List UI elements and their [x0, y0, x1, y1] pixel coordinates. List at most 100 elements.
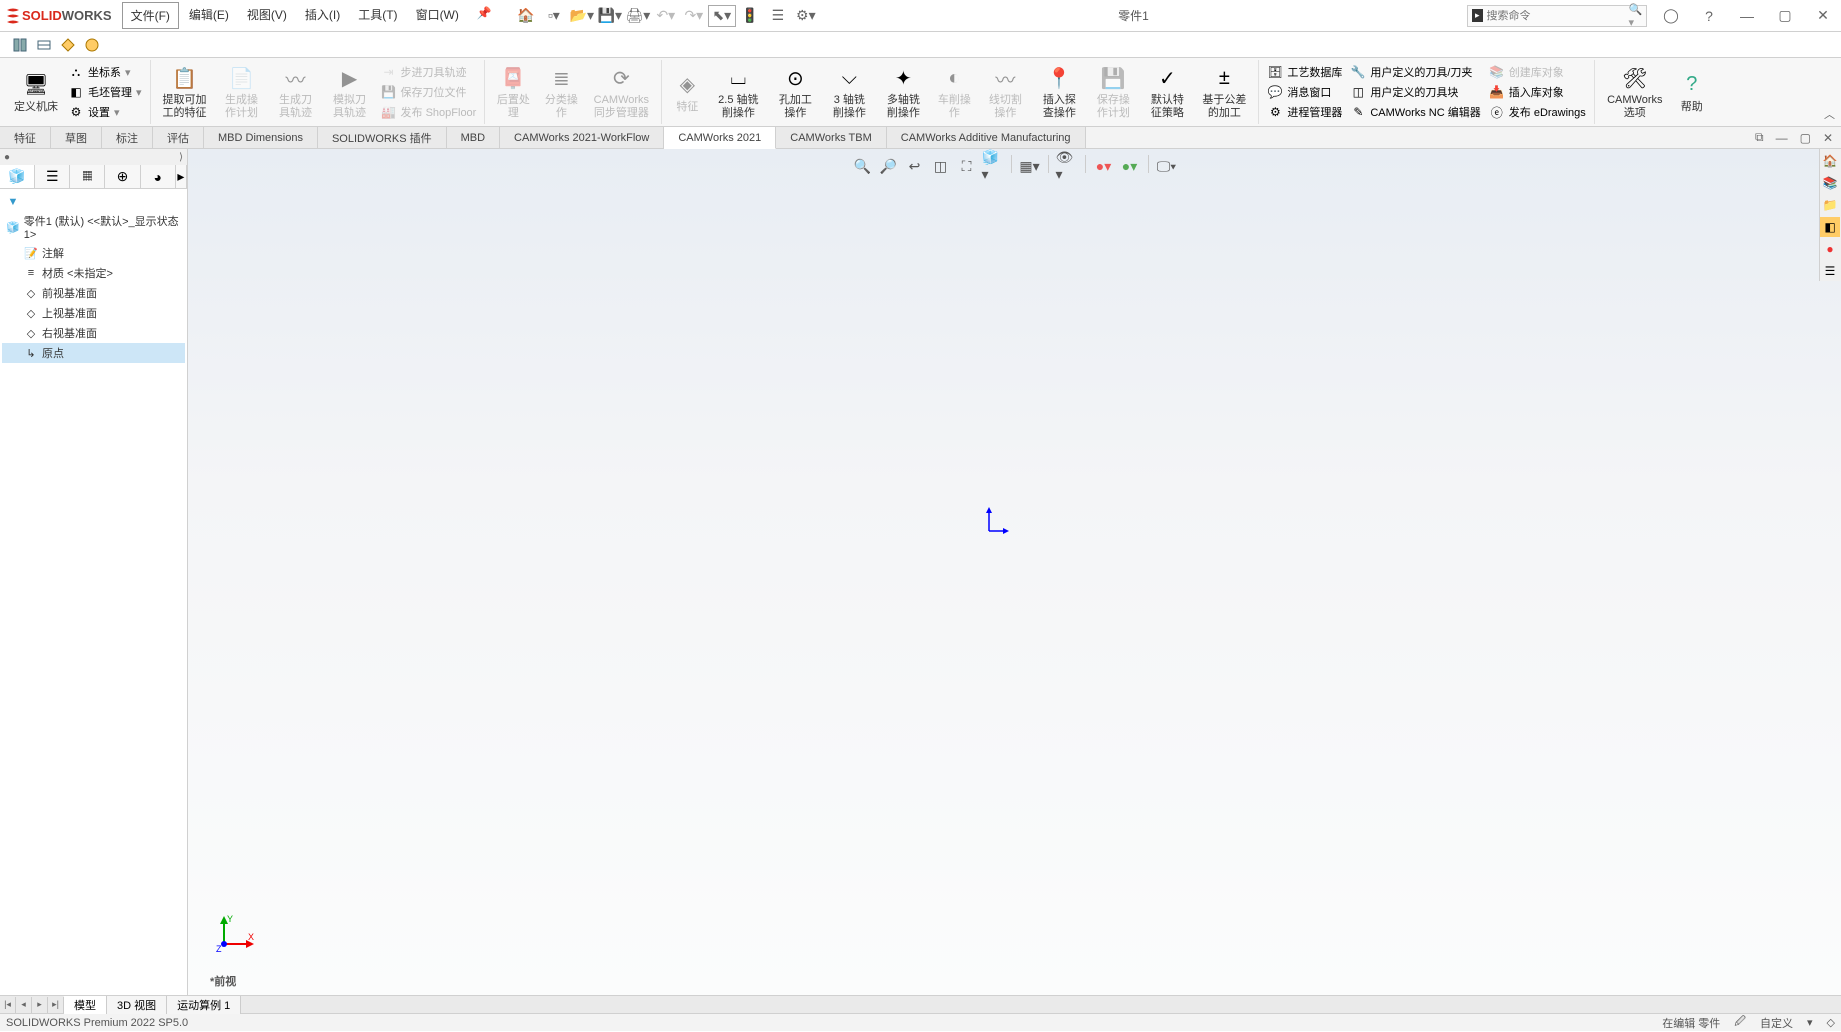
hole-op-button[interactable]: ⊙孔加工操作	[768, 62, 822, 122]
search-icon[interactable]: 🔍▾	[1629, 3, 1643, 29]
prev-view-icon[interactable]: ↩	[904, 155, 926, 177]
panel-tab-more[interactable]: ▸	[176, 165, 187, 188]
panel-tab-dimxpert[interactable]: ⊕	[105, 165, 140, 188]
tree-top-plane[interactable]: ◇上视基准面	[2, 303, 185, 323]
nc-editor-button[interactable]: ✎CAMWorks NC 编辑器	[1346, 102, 1484, 122]
tab-cw2021[interactable]: CAMWorks 2021	[664, 127, 776, 149]
status-rebuild-icon[interactable]: 🖉	[1734, 1013, 1746, 1032]
graphics-viewport[interactable]: 🔍 🔎 ↩ ◫ ⛶ 🧊▾ ▦▾ 👁▾ ●▾ ●▾ 🖵▾ Y X Z	[188, 149, 1841, 995]
camworks-options-button[interactable]: 🛠CAMWorks 选项	[1599, 62, 1671, 122]
techdb-button[interactable]: 🗄工艺数据库	[1263, 62, 1346, 82]
simulate-toolpath-button[interactable]: ▶模拟刀具轨迹	[323, 62, 377, 122]
ribbon-collapse-icon[interactable]: ︿	[1824, 106, 1835, 122]
panel-icon[interactable]: ☰	[764, 5, 792, 27]
tree-filter[interactable]: ▼	[2, 193, 185, 211]
tab-evaluate[interactable]: 评估	[153, 127, 204, 148]
home-icon[interactable]: 🏠	[512, 5, 540, 27]
bottom-tab-model[interactable]: 模型	[64, 996, 107, 1014]
menu-view[interactable]: 视图(V)	[239, 2, 295, 29]
search-box[interactable]: ▸ 🔍▾	[1467, 5, 1647, 27]
postprocess-button[interactable]: 📮后置处理	[489, 62, 537, 122]
user-tool-block-button[interactable]: ◫用户定义的刀具块	[1346, 82, 1484, 102]
mill25-button[interactable]: ⌴2.5 轴铣削操作	[708, 62, 768, 122]
taskpane-custom-icon[interactable]: ☰	[1820, 261, 1840, 281]
print-icon[interactable]: 🖨▾	[624, 5, 652, 27]
nav-next-icon[interactable]: ▸	[32, 997, 48, 1013]
save-cl-button[interactable]: 💾保存刀位文件	[377, 82, 481, 102]
wire-op-button[interactable]: 〰线切割操作	[978, 62, 1032, 122]
tab-mbd[interactable]: MBD	[447, 127, 500, 148]
gen-toolpath-button[interactable]: 〰生成刀具轨迹	[269, 62, 323, 122]
publish-edrawings-button[interactable]: ⓔ发布 eDrawings	[1485, 102, 1590, 122]
select-icon[interactable]: ⬉▾	[708, 5, 736, 27]
view-orientation-icon[interactable]: 🧊▾	[982, 155, 1004, 177]
menu-pin[interactable]: 📌	[469, 2, 500, 29]
mill3-button[interactable]: ⌵3 轴铣削操作	[822, 62, 876, 122]
tab-sketch[interactable]: 草图	[51, 127, 102, 148]
doc-minimize-icon[interactable]: —	[1772, 131, 1792, 145]
section-view-icon[interactable]: ◫	[930, 155, 952, 177]
doc-maximize-icon[interactable]: ▢	[1796, 131, 1815, 145]
qat-icon-1[interactable]	[10, 35, 30, 55]
gear-icon[interactable]: ⚙▾	[792, 5, 820, 27]
dynamic-view-icon[interactable]: ⛶	[956, 155, 978, 177]
panel-tab-config[interactable]: 𝄜	[70, 165, 105, 188]
minimize-icon[interactable]: —	[1733, 5, 1761, 27]
panel-tab-property[interactable]: ☰	[35, 165, 70, 188]
nav-first-icon[interactable]: |◂	[0, 997, 16, 1013]
tab-features[interactable]: 特征	[0, 127, 51, 148]
zoom-area-icon[interactable]: 🔎	[878, 155, 900, 177]
tree-origin[interactable]: ↳原点	[2, 343, 185, 363]
bottom-tab-3dview[interactable]: 3D 视图	[107, 996, 167, 1014]
tolerance-machining-button[interactable]: ±基于公差的加工	[1194, 62, 1254, 122]
taskpane-explorer-icon[interactable]: 📁	[1820, 195, 1840, 215]
tab-annotate[interactable]: 标注	[102, 127, 153, 148]
panel-header-dot-icon[interactable]: ●	[4, 152, 10, 163]
nav-last-icon[interactable]: ▸|	[48, 997, 64, 1013]
sync-manager-button[interactable]: ⟳CAMWorks 同步管理器	[585, 62, 657, 122]
search-input[interactable]	[1487, 10, 1629, 22]
redo-icon[interactable]: ↷▾	[680, 5, 708, 27]
publish-shopfloor-button[interactable]: 🏭发布 ShopFloor	[377, 102, 481, 122]
default-strategy-button[interactable]: ✓默认特征策略	[1140, 62, 1194, 122]
user-tool-holder-button[interactable]: 🔧用户定义的刀具/刀夹	[1346, 62, 1484, 82]
tree-annotations[interactable]: 📝注解	[2, 243, 185, 263]
help-icon[interactable]: ?	[1695, 5, 1723, 27]
taskpane-viewpalette-icon[interactable]: ◧	[1820, 217, 1840, 237]
qat-icon-4[interactable]	[82, 35, 102, 55]
taskpane-library-icon[interactable]: 📚	[1820, 173, 1840, 193]
status-unit-icon[interactable]: ◇	[1827, 1016, 1835, 1029]
tree-right-plane[interactable]: ◇右视基准面	[2, 323, 185, 343]
close-icon[interactable]: ✕	[1809, 5, 1837, 27]
qat-icon-3[interactable]	[58, 35, 78, 55]
nav-prev-icon[interactable]: ◂	[16, 997, 32, 1013]
taskpane-appearance-icon[interactable]: ●	[1820, 239, 1840, 259]
status-custom[interactable]: 自定义	[1760, 1015, 1793, 1031]
save-opplan-button[interactable]: 💾保存操作计划	[1086, 62, 1140, 122]
hide-show-icon[interactable]: 👁▾	[1056, 155, 1078, 177]
multiaxis-button[interactable]: ✦多轴铣削操作	[876, 62, 930, 122]
panel-tab-display[interactable]: ◕	[141, 165, 176, 188]
define-machine-button[interactable]: 🖥 定义机床	[8, 69, 64, 116]
process-manager-button[interactable]: ⚙进程管理器	[1263, 102, 1346, 122]
open-icon[interactable]: 📂▾	[568, 5, 596, 27]
tab-mbd-dim[interactable]: MBD Dimensions	[204, 127, 318, 148]
traffic-icon[interactable]: 🚦	[736, 5, 764, 27]
step-toolpath-button[interactable]: ⇥步进刀具轨迹	[377, 62, 481, 82]
save-icon[interactable]: 💾▾	[596, 5, 624, 27]
coord-system-button[interactable]: ⛬坐标系▾	[64, 62, 146, 82]
insert-lib-button[interactable]: 📥插入库对象	[1485, 82, 1590, 102]
qat-icon-2[interactable]	[34, 35, 54, 55]
tab-cw-tbm[interactable]: CAMWorks TBM	[776, 127, 887, 148]
display-style-icon[interactable]: ▦▾	[1019, 155, 1041, 177]
stock-manager-button[interactable]: ◧毛坯管理▾	[64, 82, 146, 102]
scene-icon[interactable]: ●▾	[1119, 155, 1141, 177]
panel-tab-feature-tree[interactable]: 🧊	[0, 165, 35, 188]
sort-ops-button[interactable]: ≣分类操作	[537, 62, 585, 122]
panel-header-arrow-icon[interactable]: ⟩	[179, 152, 183, 163]
setup-button[interactable]: ⚙设置▾	[64, 102, 146, 122]
turn-op-button[interactable]: ◐车削操作	[930, 62, 978, 122]
user-icon[interactable]: ◯	[1657, 5, 1685, 27]
status-dropdown-icon[interactable]: ▾	[1807, 1016, 1813, 1029]
probe-op-button[interactable]: 📍插入探查操作	[1032, 62, 1086, 122]
